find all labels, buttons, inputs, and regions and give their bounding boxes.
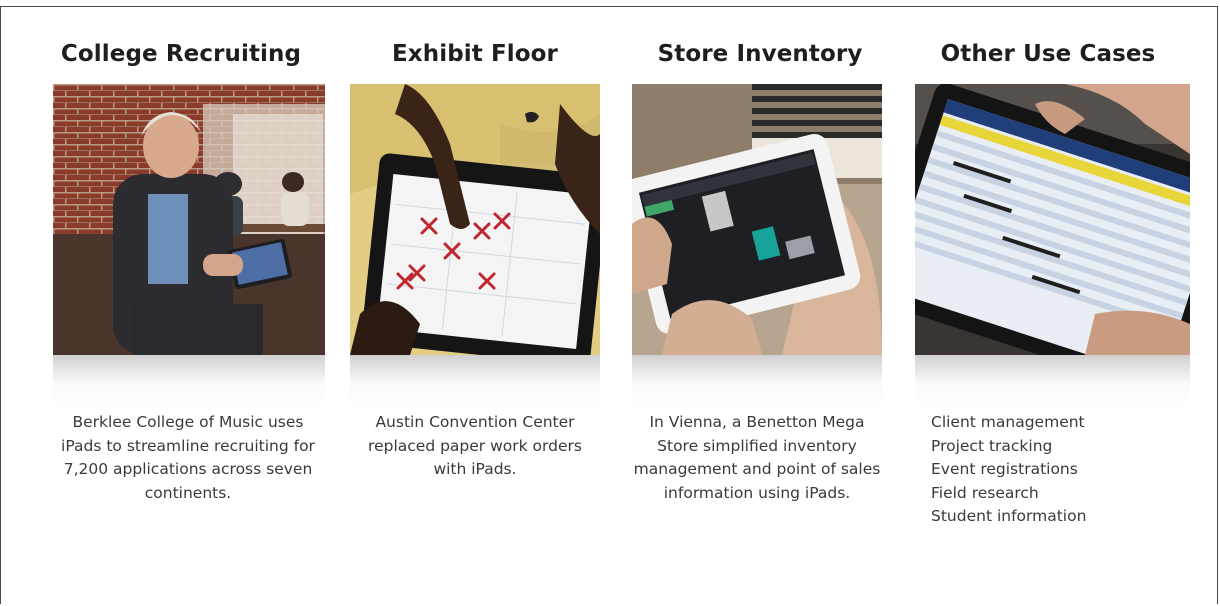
column-title: College Recruiting (60, 41, 302, 67)
list-item: Student information (931, 507, 1087, 525)
exhibit-floor-photo (350, 84, 600, 355)
list-item: Event registrations (931, 460, 1078, 478)
column-title: Store Inventory (657, 41, 863, 67)
column-title: Other Use Cases (940, 41, 1156, 67)
other-use-cases-photo (915, 84, 1190, 355)
college-recruiting-description: Berklee College of Music uses iPads to s… (61, 413, 315, 502)
photo-reflection (350, 355, 600, 407)
store-inventory-photo (632, 84, 882, 355)
college-recruiting-photo (53, 84, 325, 355)
store-inventory-description: In Vienna, a Benetton Mega Store simplif… (633, 413, 881, 502)
photo-reflection (53, 355, 325, 407)
list-item: Project tracking (931, 436, 1053, 455)
list-item: Field research (931, 483, 1039, 502)
photo-reflection (632, 355, 882, 407)
other-use-cases-list: Client management Project tracking Event… (931, 411, 1181, 529)
column-title: Exhibit Floor (392, 41, 558, 67)
list-item: Client management (931, 413, 1085, 431)
photo-reflection (915, 355, 1190, 407)
exhibit-floor-description: Austin Convention Center replaced paper … (368, 413, 582, 478)
